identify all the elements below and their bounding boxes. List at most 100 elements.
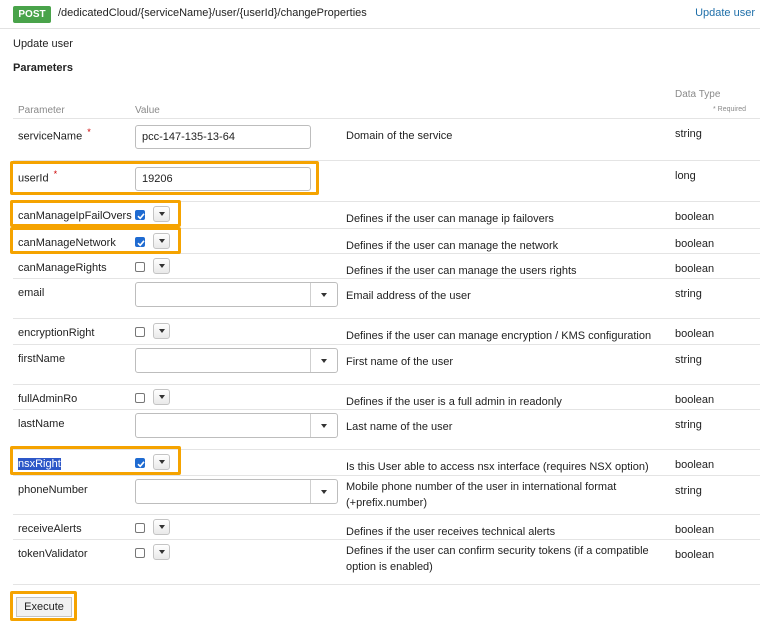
param-description: Defines if the user receives technical a… — [346, 526, 556, 538]
param-name-label: email — [18, 287, 45, 299]
param-name-label: encryptionRight — [18, 327, 95, 339]
http-method-badge: POST — [13, 6, 51, 23]
header-data-type: Data Type — [675, 89, 721, 100]
endpoint-description: Update user — [13, 38, 73, 50]
execute-button[interactable]: Execute — [16, 597, 72, 617]
row-divider — [13, 278, 760, 279]
param-name-encryptionright: encryptionRight — [18, 327, 94, 339]
param-name-lastname: lastName — [18, 418, 64, 430]
row-divider — [13, 475, 760, 476]
row-divider — [13, 514, 760, 515]
param-description: Defines if the user can manage the users… — [346, 265, 577, 277]
checkbox-tokenvalidator[interactable] — [135, 548, 145, 558]
row-divider — [13, 384, 760, 385]
description-line: Mobile phone number of the user in inter… — [346, 481, 617, 493]
param-type: boolean — [675, 263, 715, 275]
required-asterisk: * — [87, 127, 91, 137]
param-name-phonenumber: phoneNumber — [18, 484, 88, 496]
highlight-userid — [10, 161, 319, 195]
param-description: Defines if the user can manage ip failov… — [346, 213, 554, 225]
param-description: Defines if the user is a full admin in r… — [346, 396, 562, 408]
dropdown-button-fulladminro[interactable] — [153, 389, 170, 405]
checkbox-fulladminro[interactable] — [135, 393, 145, 403]
chevron-down-icon[interactable] — [310, 349, 337, 372]
param-type: boolean — [675, 394, 715, 406]
chevron-down-icon[interactable] — [310, 480, 337, 503]
description-line: option is enabled) — [346, 561, 433, 573]
dropdown-button-tokenvalidator[interactable] — [153, 544, 170, 560]
header-parameter: Parameter — [18, 105, 65, 116]
checkbox-canmanagerights[interactable] — [135, 262, 145, 272]
param-type: long — [675, 170, 696, 182]
param-type: string — [675, 419, 702, 431]
param-name-tokenvalidator: tokenValidator — [18, 548, 88, 560]
endpoint-path: /dedicatedCloud/{serviceName}/user/{user… — [58, 7, 367, 19]
param-name-receivealerts: receiveAlerts — [18, 523, 82, 535]
header-divider — [0, 28, 760, 29]
highlight-nsxright — [10, 446, 181, 475]
param-type: string — [675, 354, 702, 366]
param-name-label: fullAdminRo — [18, 393, 78, 405]
chevron-down-icon — [158, 329, 165, 333]
param-description: Defines if the user can manage encryptio… — [346, 330, 652, 342]
param-type: boolean — [675, 549, 715, 561]
chevron-down-icon — [158, 525, 165, 529]
dropdown-button-canmanagerights[interactable] — [153, 258, 170, 274]
required-note: * Required — [713, 106, 747, 113]
param-name-label: receiveAlerts — [18, 523, 82, 535]
param-type: string — [675, 128, 702, 140]
description-line: Defines if the user can confirm security… — [346, 545, 649, 557]
description-line: (+prefix.number) — [346, 497, 428, 509]
checkbox-encryptionright[interactable] — [135, 327, 145, 337]
row-divider — [13, 318, 760, 319]
chevron-down-icon[interactable] — [310, 283, 337, 306]
header-value: Value — [135, 105, 160, 116]
chevron-down-icon — [158, 550, 165, 554]
param-name-label: lastName — [18, 418, 65, 430]
param-name-fulladminro: fullAdminRo — [18, 393, 77, 405]
update-user-link[interactable]: Update user — [695, 7, 755, 19]
chevron-down-icon[interactable] — [310, 414, 337, 437]
param-name-canmanagerights: canManageRights — [18, 262, 107, 274]
param-description: Domain of the service — [346, 130, 453, 142]
dropdown-button-receivealerts[interactable] — [153, 519, 170, 535]
chevron-down-icon — [158, 395, 165, 399]
param-type: boolean — [675, 459, 715, 471]
param-input-email[interactable] — [135, 282, 338, 307]
param-description: Defines if the user can manage the netwo… — [346, 240, 559, 252]
param-name-label: tokenValidator — [18, 548, 88, 560]
param-type: boolean — [675, 328, 715, 340]
param-name-label: serviceName — [18, 130, 83, 143]
checkbox-receivealerts[interactable] — [135, 523, 145, 533]
param-input-lastname[interactable] — [135, 413, 338, 438]
param-type: string — [675, 288, 702, 300]
row-divider — [13, 539, 760, 540]
row-divider — [13, 584, 760, 585]
dropdown-button-encryptionright[interactable] — [153, 323, 170, 339]
param-name-email: email — [18, 287, 44, 299]
param-description: Last name of the user — [346, 421, 453, 433]
param-type: boolean — [675, 524, 715, 536]
chevron-down-icon — [158, 264, 165, 268]
param-name-label: firstName — [18, 353, 66, 365]
highlight-canmanagenetwork — [10, 227, 181, 254]
param-description: Email address of the user — [346, 290, 471, 302]
param-input-servicename[interactable] — [135, 125, 311, 149]
row-divider — [13, 118, 760, 119]
param-description: Is this User able to access nsx interfac… — [346, 461, 649, 473]
row-divider — [13, 344, 760, 345]
param-input-firstname[interactable] — [135, 348, 338, 373]
param-input-phonenumber[interactable] — [135, 479, 338, 504]
param-description: Mobile phone number of the user in inter… — [346, 479, 616, 511]
param-name-firstname: firstName — [18, 353, 65, 365]
param-name-servicename: serviceName * — [18, 127, 91, 143]
param-description: Defines if the user can confirm security… — [346, 543, 649, 575]
section-title: Parameters — [13, 62, 73, 74]
param-type: string — [675, 485, 702, 497]
highlight-canmanageipfailovers — [10, 200, 181, 227]
param-description: First name of the user — [346, 356, 453, 368]
param-type: boolean — [675, 238, 715, 250]
param-type: boolean — [675, 211, 715, 223]
param-name-label: canManageRights — [18, 262, 107, 274]
row-divider — [13, 409, 760, 410]
